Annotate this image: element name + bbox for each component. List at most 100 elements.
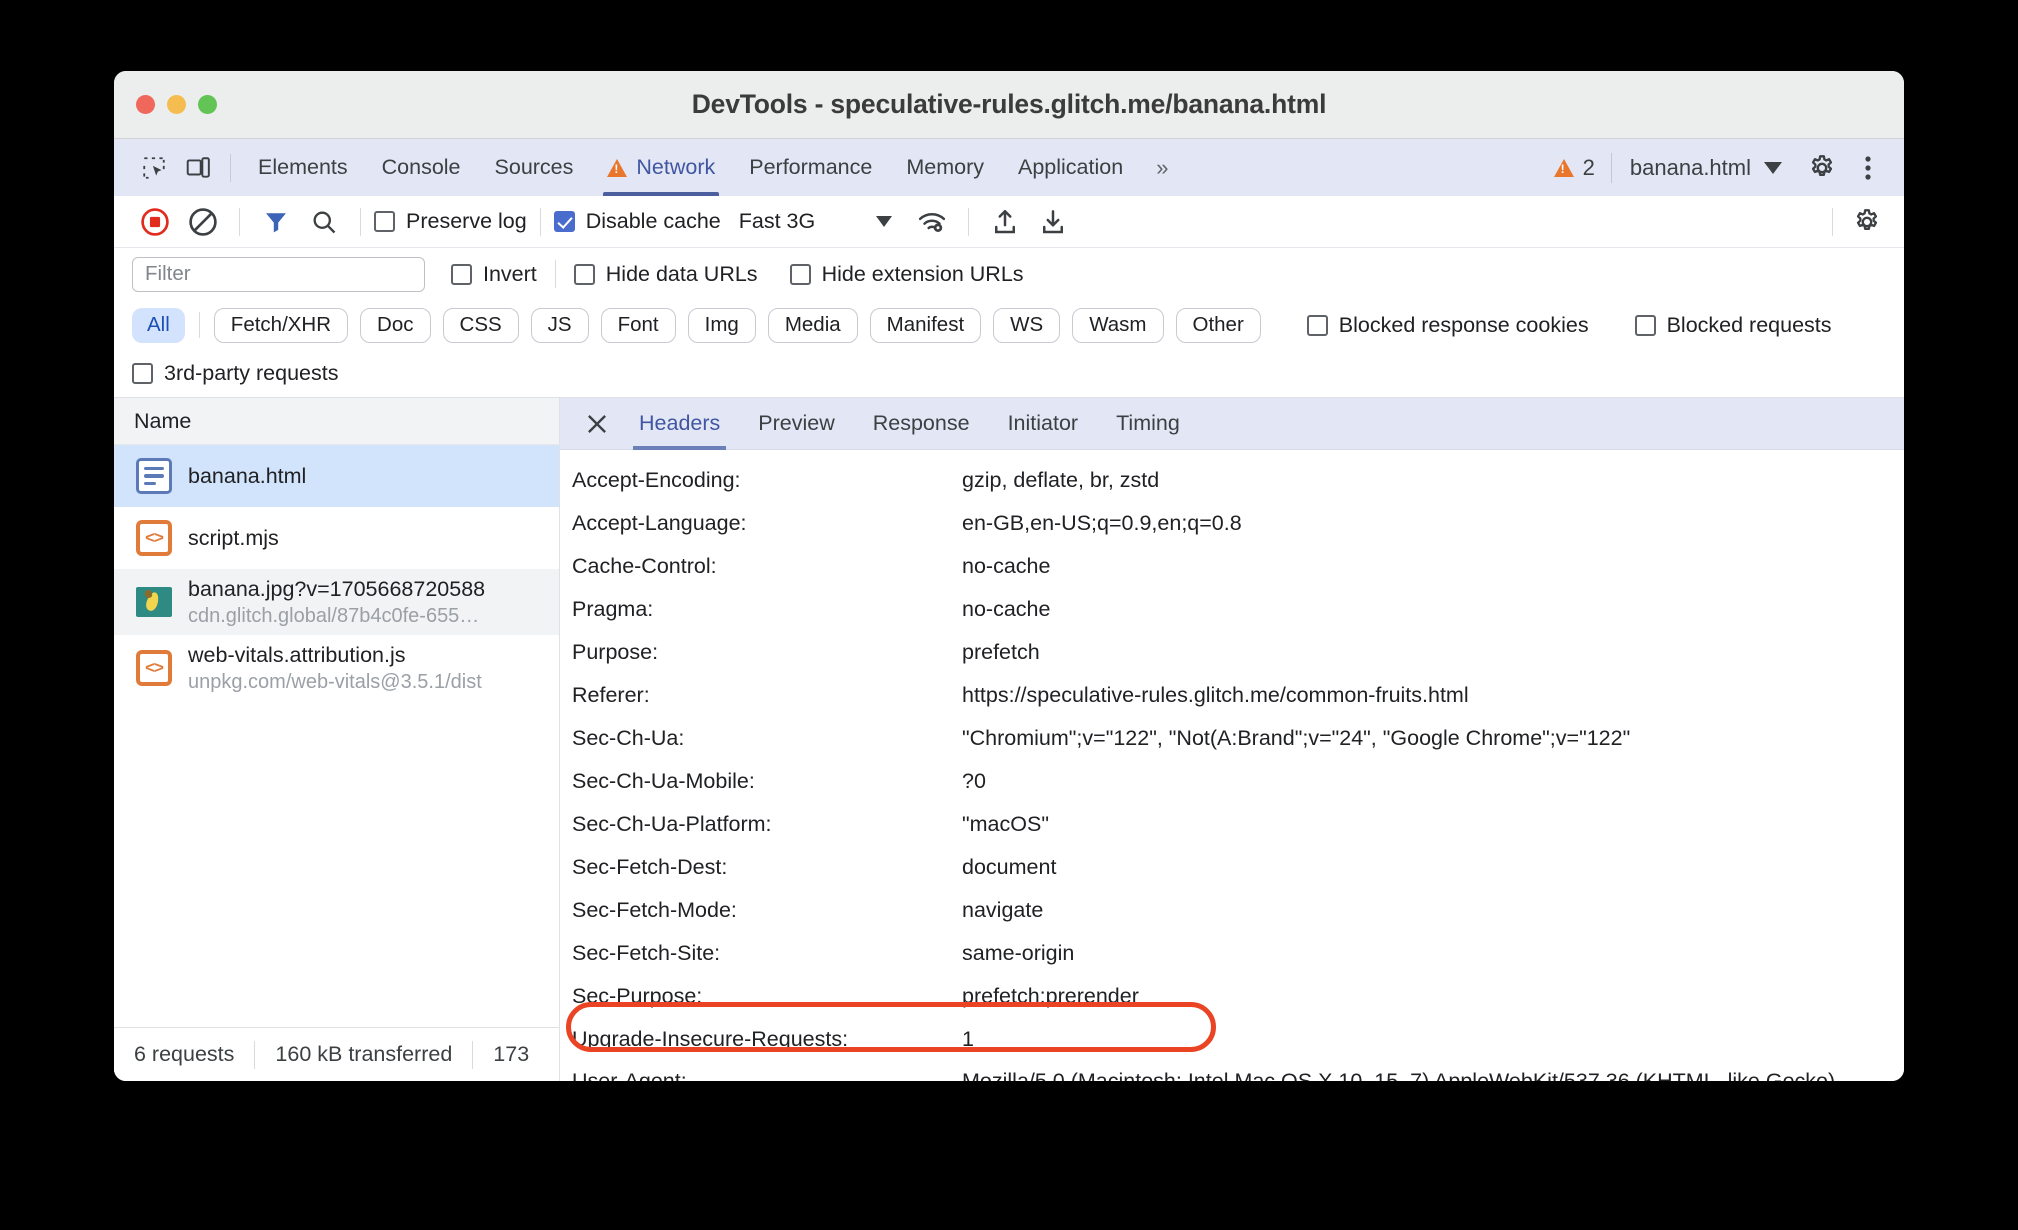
record-stop-icon[interactable] (132, 200, 178, 244)
tab-performance[interactable]: Performance (732, 139, 889, 196)
close-icon[interactable] (574, 401, 620, 447)
devtools-panel-tabs: Elements Console Sources Network Perform… (114, 139, 1904, 196)
chip-img[interactable]: Img (687, 307, 756, 343)
chip-ws[interactable]: WS (993, 307, 1061, 343)
chip-wasm[interactable]: Wasm (1072, 307, 1164, 343)
warning-count-indicator[interactable]: 2 (1553, 155, 1609, 181)
header-name: User-Agent: (572, 1069, 687, 1081)
header-row[interactable]: Accept-Language: en-GB,en-US;q=0.9,en;q=… (560, 502, 1904, 545)
warning-triangle-icon (1553, 158, 1574, 177)
header-row[interactable]: Purpose: prefetch (560, 631, 1904, 674)
kebab-menu-icon[interactable] (1846, 148, 1890, 188)
header-row[interactable]: User-Agent: Mozilla/5.0 (Macintosh; Inte… (560, 1061, 1904, 1081)
tab-initiator[interactable]: Initiator (989, 398, 1098, 450)
header-value: Mozilla/5.0 (Macintosh; Intel Mac OS X 1… (962, 1069, 1836, 1081)
tab-sources[interactable]: Sources (478, 139, 591, 196)
tab-memory[interactable]: Memory (889, 139, 1001, 196)
tab-application[interactable]: Application (1001, 139, 1140, 196)
header-value: no-cache (962, 554, 1051, 578)
gear-icon[interactable] (1800, 148, 1844, 188)
more-tabs-button[interactable]: » (1140, 155, 1182, 181)
tab-console[interactable]: Console (365, 139, 478, 196)
request-domain: unpkg.com/web-vitals@3.5.1/dist (188, 670, 482, 693)
context-selector[interactable]: banana.html (1614, 155, 1798, 181)
header-row[interactable]: Cache-Control: no-cache (560, 545, 1904, 588)
header-row[interactable]: Referer: https://speculative-rules.glitc… (560, 674, 1904, 717)
throttling-selector[interactable]: Fast 3G (739, 209, 815, 234)
chevron-down-icon[interactable] (861, 200, 907, 244)
header-row[interactable]: Sec-Fetch-Site: same-origin (560, 932, 1904, 975)
row-texts: web-vitals.attribution.js unpkg.com/web-… (188, 643, 482, 694)
third-party-row: 3rd-party requests (114, 350, 1904, 398)
header-row[interactable]: Upgrade-Insecure-Requests: 1 (560, 1018, 1904, 1061)
header-value: no-cache (962, 597, 1051, 621)
inspect-element-icon[interactable] (132, 148, 176, 188)
header-row[interactable]: Sec-Ch-Ua-Platform: "macOS" (560, 803, 1904, 846)
chip-fetch-xhr[interactable]: Fetch/XHR (213, 307, 349, 343)
header-row[interactable]: Sec-Ch-Ua: "Chromium";v="122", "Not(A:Br… (560, 717, 1904, 760)
divider (1832, 207, 1833, 236)
header-name: Upgrade-Insecure-Requests: (572, 1027, 849, 1051)
tab-response[interactable]: Response (854, 398, 989, 450)
column-header-name[interactable]: Name (114, 398, 559, 445)
filter-input[interactable]: Filter (132, 256, 425, 292)
third-party-requests-checkbox[interactable]: 3rd-party requests (132, 361, 338, 386)
search-icon[interactable] (301, 200, 347, 244)
export-har-icon[interactable] (1030, 200, 1076, 244)
header-value: 1 (962, 1027, 974, 1051)
filter-funnel-icon[interactable] (253, 200, 299, 244)
hide-data-urls-checkbox[interactable]: Hide data URLs (573, 262, 758, 287)
table-row[interactable]: <> script.mjs (114, 507, 559, 569)
import-har-icon[interactable] (982, 200, 1028, 244)
devtools-window: DevTools - speculative-rules.glitch.me/b… (114, 71, 1904, 1081)
chip-media[interactable]: Media (767, 307, 858, 343)
checkbox-box (451, 263, 472, 285)
chip-css[interactable]: CSS (442, 307, 519, 343)
divider (472, 1040, 474, 1069)
header-row[interactable]: Sec-Fetch-Mode: navigate (560, 889, 1904, 932)
chip-all[interactable]: All (132, 307, 185, 343)
tab-timing[interactable]: Timing (1097, 398, 1199, 450)
gear-icon[interactable] (1844, 200, 1890, 244)
device-toolbar-icon[interactable] (176, 148, 220, 188)
table-row[interactable]: <> web-vitals.attribution.js unpkg.com/w… (114, 635, 559, 701)
tab-headers[interactable]: Headers (620, 398, 739, 450)
header-value: navigate (962, 898, 1044, 922)
blocked-response-cookies-checkbox[interactable]: Blocked response cookies (1306, 312, 1589, 338)
header-name: Sec-Fetch-Dest: (572, 855, 728, 879)
header-name: Sec-Fetch-Site: (572, 941, 721, 965)
header-row[interactable]: Sec-Fetch-Dest: document (560, 846, 1904, 889)
disable-cache-checkbox[interactable]: Disable cache (553, 209, 721, 234)
tab-network[interactable]: Network (590, 139, 732, 196)
table-row[interactable]: banana.jpg?v=1705668720588 cdn.glitch.gl… (114, 569, 559, 635)
hide-extension-urls-checkbox[interactable]: Hide extension URLs (789, 262, 1024, 287)
row-texts: banana.html (188, 464, 306, 489)
header-value: document (962, 855, 1057, 879)
chip-font[interactable]: Font (600, 307, 676, 343)
warning-triangle-icon (607, 158, 628, 177)
table-row[interactable]: banana.html (114, 445, 559, 507)
header-row-sec-purpose[interactable]: Sec-Purpose: prefetch;prerender (560, 975, 1904, 1018)
header-row[interactable]: Accept-Encoding: gzip, deflate, br, zstd (560, 459, 1904, 502)
chip-doc[interactable]: Doc (360, 307, 431, 343)
tab-preview[interactable]: Preview (739, 398, 853, 450)
invert-checkbox[interactable]: Invert (451, 262, 537, 287)
chip-js[interactable]: JS (530, 307, 589, 343)
chip-other[interactable]: Other (1175, 307, 1261, 343)
header-value: "Chromium";v="122", "Not(A:Brand";v="24"… (962, 726, 1631, 750)
clear-icon[interactable] (180, 200, 226, 244)
request-domain: cdn.glitch.global/87b4c0fe-655… (188, 604, 480, 627)
divider (968, 207, 970, 236)
header-name: Accept-Language: (572, 511, 747, 535)
header-row[interactable]: Sec-Ch-Ua-Mobile: ?0 (560, 760, 1904, 803)
network-main-area: Name banana.html <> script.mjs banana.jp… (114, 398, 1904, 1081)
tab-elements[interactable]: Elements (241, 139, 365, 196)
network-conditions-icon[interactable] (909, 200, 955, 244)
chip-manifest[interactable]: Manifest (869, 307, 982, 343)
blocked-requests-checkbox[interactable]: Blocked requests (1634, 313, 1832, 338)
tab-label: Elements (258, 155, 348, 179)
header-row[interactable]: Pragma: no-cache (560, 588, 1904, 631)
preserve-log-checkbox[interactable]: Preserve log (374, 209, 527, 234)
checkbox-box (374, 211, 395, 232)
blocked-response-cookies-label: Blocked response cookies (1338, 312, 1589, 337)
